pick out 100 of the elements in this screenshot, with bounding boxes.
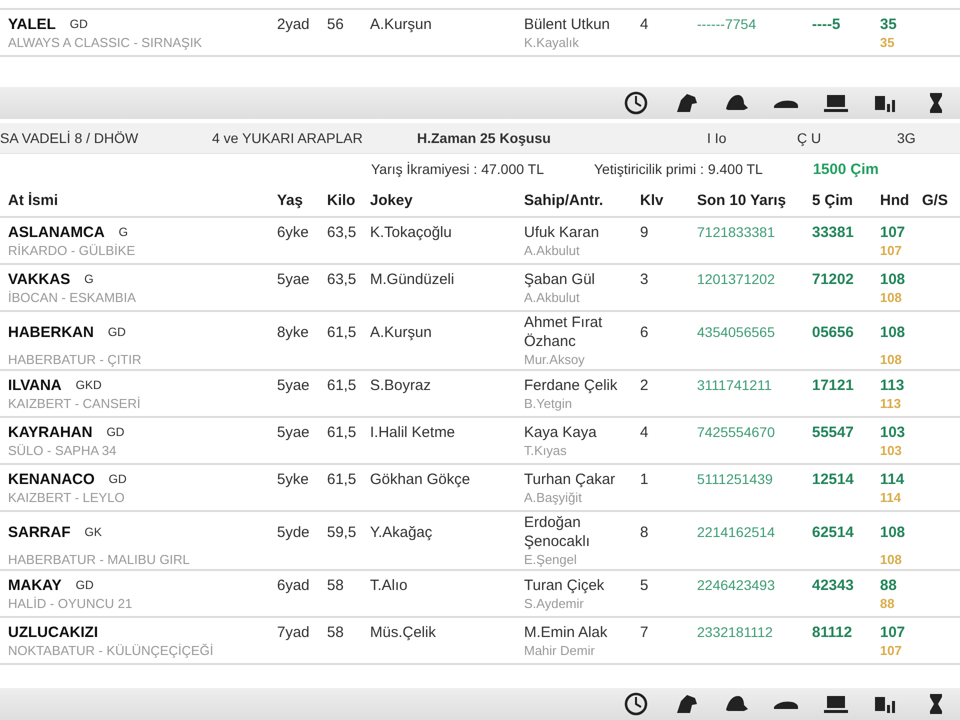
horse-gender: GD (70, 17, 88, 31)
handicap-cell-text: 107 (880, 622, 906, 642)
column-header: 5 Çim (812, 192, 854, 208)
pedigree-text: HALİD - OYUNCU 21 (8, 594, 134, 612)
horse-gender: GKD (76, 378, 102, 392)
age-cell-text: 2yad (277, 14, 311, 34)
horse-name[interactable]: ASLANAMCA (8, 224, 105, 240)
handicap-cell-text: 108 (880, 522, 906, 542)
column-header: Kilo (327, 192, 356, 208)
last-10-races: 7121833381 (697, 222, 776, 242)
jockey-cell-text: T.Alıo (370, 576, 409, 594)
klv-cell-text: 4 (640, 14, 650, 34)
owner-cell-text: Ahmet Fırat Özhanc (524, 313, 604, 351)
horse-gender: G (84, 272, 94, 286)
owner-cell-text: M.Emin Alak (524, 622, 608, 642)
turf-5-cell-text: 62514 (812, 522, 855, 542)
pedigree-text: HABERBATUR - ÇITIR (8, 351, 142, 369)
trainer-text: E.Şengel (524, 551, 578, 569)
pedigree-text: RİKARDO - GÜLBİKE (8, 242, 136, 260)
horse-gender: GK (84, 525, 102, 539)
pedigree-text: NOKTABATUR - KÜLÜNÇEÇİÇEĞİ (8, 642, 214, 660)
handicap-cell-text: 35 (880, 14, 898, 34)
handicap-secondary: 88 (880, 594, 896, 612)
turf-5-cell-text: 71202 (812, 270, 855, 288)
horse-name[interactable]: UZLUCAKIZI (8, 624, 98, 640)
distance-text: 1500 Çim (812, 160, 879, 178)
jockey-cell-text: M.Gündüzeli (370, 270, 456, 288)
weight-cell-text: 59,5 (327, 522, 358, 542)
age-cell-text: 5yae (277, 270, 311, 288)
klv-cell-text: 2 (640, 376, 650, 394)
handicap-cell-text: 113 (880, 376, 906, 394)
last-10-races: ------7754 (697, 14, 758, 34)
weight-cell-text: 63,5 (327, 270, 358, 288)
last-10-races: 3111741211 (697, 376, 773, 394)
age-cell-text: 7yad (277, 622, 311, 642)
jockey-cell-text: K.Tokaçoğlu (370, 222, 453, 242)
handicap-secondary: 107 (880, 242, 903, 260)
weight-cell-text: 61,5 (327, 322, 358, 342)
column-header: Son 10 Yarış (697, 192, 787, 208)
handicap-secondary: 103 (880, 442, 903, 460)
horse-name[interactable]: HABERKAN (8, 324, 94, 340)
column-header: Hnd (880, 192, 910, 208)
pedigree-text: HABERBATUR - MALIBU GIRL (8, 551, 191, 569)
horse-name[interactable]: VAKKAS (8, 270, 70, 288)
horse-name[interactable]: ILVANA (8, 376, 62, 394)
last-10-races: 7425554670 (697, 422, 776, 442)
handicap-secondary: 107 (880, 642, 903, 660)
weight-cell-text: 61,5 (327, 422, 358, 442)
handicap-secondary: 108 (880, 551, 903, 569)
jockey-cell-text: Gökhan Gökçe (370, 470, 472, 488)
jockey-cell-text: Müs.Çelik (370, 622, 437, 642)
horse-name[interactable]: KAYRAHAN (8, 424, 92, 440)
age-cell-text: 8yke (277, 322, 310, 342)
last-10-races: 2214162514 (697, 522, 776, 542)
horse-gender: GD (108, 472, 127, 486)
weight-cell-text: 58 (327, 622, 345, 642)
column-header: G/S (922, 192, 949, 208)
turf-5-cell-text: 05656 (812, 322, 855, 342)
trainer-text: Mahir Demir (524, 642, 596, 660)
weight-cell-text: 61,5 (327, 470, 358, 488)
handicap-secondary: 113 (880, 394, 902, 412)
handicap-cell-text: 107 (880, 222, 906, 242)
last-10-races: 1201371202 (697, 270, 776, 288)
turf-5-cell-text: 33381 (812, 222, 855, 242)
handicap-secondary: 108 (880, 351, 903, 369)
turf-5-cell-text: 42343 (812, 576, 855, 594)
horse-name[interactable]: YALEL (8, 16, 56, 32)
horse-name[interactable]: MAKAY (8, 576, 62, 594)
breeder-bonus-text: Yetiştiricilik primi : 9.400 TL (594, 161, 763, 177)
owner-cell-text: Şaban Gül (524, 270, 596, 288)
handicap-cell-text: 108 (880, 322, 906, 342)
pedigree-text: SÜLO - SAPHA 34 (8, 442, 118, 460)
jockey-cell-text: I.Halil Ketme (370, 422, 456, 442)
klv-cell-text: 5 (640, 576, 650, 594)
handicap-cell-text: 88 (880, 576, 898, 594)
handicap-secondary: 114 (880, 488, 902, 506)
turf-5-cell-text: ----5 (812, 14, 842, 34)
race-code: I Io (707, 130, 728, 146)
column-header: Jokey (370, 192, 414, 208)
horse-gender: G (118, 225, 128, 239)
klv-cell-text: 7 (640, 622, 650, 642)
horse-gender: GD (106, 425, 124, 439)
trainer-text: A.Akbulut (524, 242, 581, 260)
handicap-cell-text: 103 (880, 422, 906, 442)
trainer-text: T.Kıyas (524, 442, 568, 460)
trainer-text: A.Başyiğit (524, 488, 583, 506)
pedigree-text: İBOCAN - ESKAMBIA (8, 288, 137, 306)
pedigree-text: KAIZBERT - LEYLO (8, 488, 126, 506)
trainer-text: A.Akbulut (524, 288, 581, 306)
age-cell-text: 6yad (277, 576, 311, 594)
horse-name[interactable]: KENANACO (8, 470, 95, 488)
race-code: Ç U (797, 130, 822, 146)
last-10-races: 2332181112 (697, 622, 774, 642)
horse-name[interactable]: SARRAF (8, 524, 70, 540)
turf-5-cell-text: 81112 (812, 622, 854, 642)
turf-5-cell-text: 12514 (812, 470, 855, 488)
handicap-cell-text: 114 (880, 470, 906, 488)
owner-cell-text: Bülent Utkun (524, 14, 611, 34)
owner-cell-text: Ferdane Çelik (524, 376, 618, 394)
column-header: Klv (640, 192, 664, 208)
